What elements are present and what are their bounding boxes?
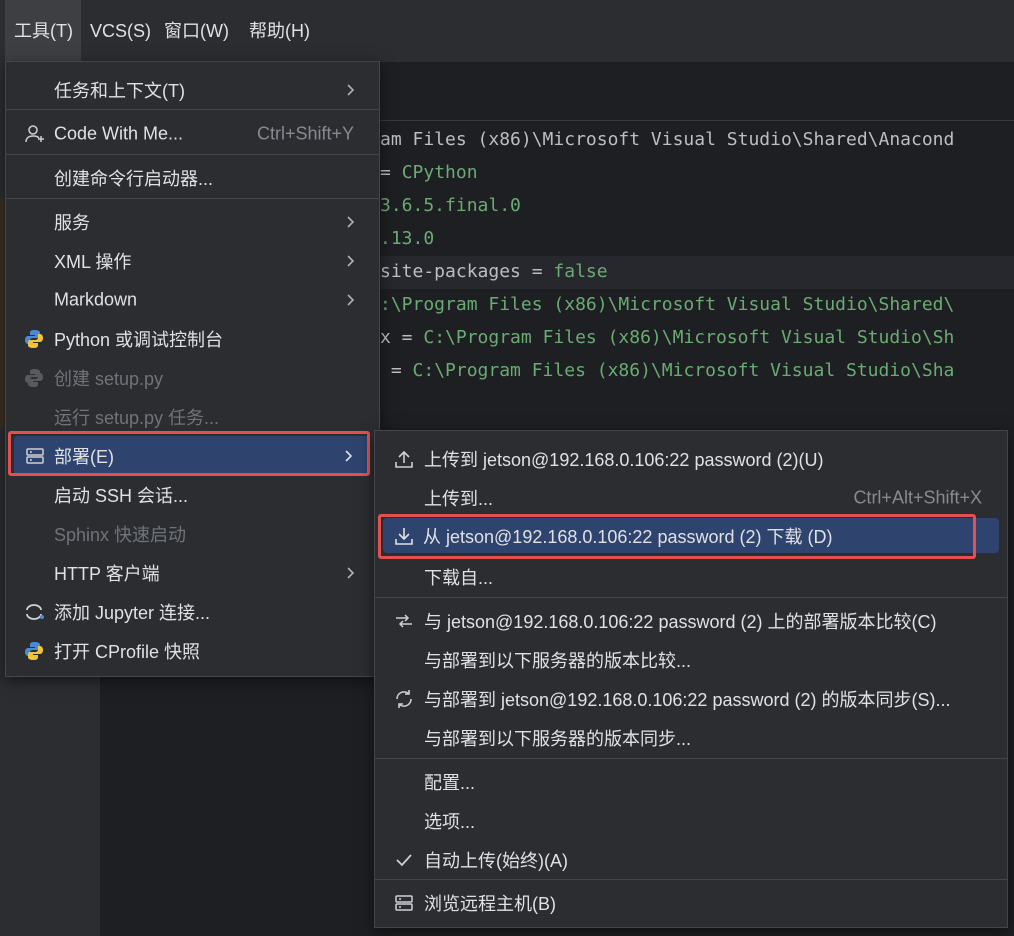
code-line: = CPython <box>380 162 478 183</box>
menu-item-http-client[interactable]: HTTP 客户端 <box>6 553 379 592</box>
menu-separator <box>375 597 1007 598</box>
menu-item-compare-with-server[interactable]: 与部署到以下服务器的版本比较... <box>375 640 1007 679</box>
menu-item-sphinx-quickstart[interactable]: Sphinx 快速启动 <box>6 514 379 553</box>
menu-window[interactable]: 窗口(W) <box>164 0 229 62</box>
code-line: am Files (x86)\Microsoft Visual Studio\S… <box>380 129 955 150</box>
menu-vcs[interactable]: VCS(S) <box>90 0 151 62</box>
menu-help[interactable]: 帮助(H) <box>249 0 310 62</box>
menu-separator <box>6 154 379 155</box>
server-icon <box>26 447 44 464</box>
code-line: = C:\Program Files (x86)\Microsoft Visua… <box>380 360 955 381</box>
code-line: 3.6.5.final.0 <box>380 195 521 216</box>
menu-item-options[interactable]: 选项... <box>375 801 1007 840</box>
menu-item-services[interactable]: 服务 <box>6 202 379 241</box>
menu-item-code-with-me[interactable]: Code With Me... Ctrl+Shift+Y <box>6 114 379 153</box>
menu-item-run-setup-py-task[interactable]: 运行 setup.py 任务... <box>6 397 379 436</box>
menu-item-configuration[interactable]: 配置... <box>375 762 1007 801</box>
menu-separator <box>375 758 1007 759</box>
code-line: .13.0 <box>380 228 435 249</box>
python-icon <box>25 368 43 387</box>
menu-item-open-cprofile-snapshot[interactable]: 打开 CProfile 快照 <box>6 631 379 670</box>
server-icon <box>395 894 413 911</box>
compare-icon <box>396 613 412 628</box>
menu-item-compare-with-jetson[interactable]: 与 jetson@192.168.0.106:22 password (2) 上… <box>375 601 1007 640</box>
deployment-submenu: 上传到 jetson@192.168.0.106:22 password (2)… <box>374 430 1008 928</box>
menu-item-tasks-context[interactable]: 任务和上下文(T) <box>6 70 379 109</box>
menu-item-deployment[interactable]: 部署(E) <box>14 436 369 475</box>
chevron-right-icon <box>347 566 355 579</box>
code-line: site-packages = false <box>380 261 608 282</box>
chevron-right-icon <box>347 254 355 267</box>
menu-separator <box>6 198 379 199</box>
python-icon <box>25 329 43 348</box>
menu-item-browse-remote-host[interactable]: 浏览远程主机(B) <box>375 883 1007 922</box>
download-icon <box>395 527 413 545</box>
tools-dropdown-menu: 任务和上下文(T) Code With Me... Ctrl+Shift+Y 创… <box>5 61 380 677</box>
menu-item-download-from-jetson[interactable]: 从 jetson@192.168.0.106:22 password (2) 下… <box>383 518 999 553</box>
menu-separator <box>375 879 1007 880</box>
menu-item-add-jupyter-connection[interactable]: 添加 Jupyter 连接... <box>6 592 379 631</box>
menu-item-upload-to[interactable]: 上传到... Ctrl+Alt+Shift+X <box>375 478 1007 517</box>
menu-item-auto-upload[interactable]: 自动上传(始终)(A) <box>375 840 1007 879</box>
menu-separator <box>6 109 379 110</box>
python-icon <box>25 641 43 660</box>
code-line: :\Program Files (x86)\Microsoft Visual S… <box>380 294 955 315</box>
menu-item-python-console[interactable]: Python 或调试控制台 <box>6 319 379 358</box>
main-menubar: 工具(T) VCS(S) 窗口(W) 帮助(H) <box>0 0 1014 62</box>
chevron-right-icon <box>347 83 355 96</box>
menu-tools[interactable]: 工具(T) <box>5 0 81 62</box>
code-with-me-icon <box>25 124 44 142</box>
upload-icon <box>395 450 413 468</box>
menu-item-create-setup-py[interactable]: 创建 setup.py <box>6 358 379 397</box>
check-icon <box>396 853 412 866</box>
menu-item-download-from[interactable]: 下载自... <box>375 557 1007 596</box>
sync-icon <box>396 689 412 708</box>
menu-item-markdown[interactable]: Markdown <box>6 280 379 319</box>
menu-item-start-ssh-session[interactable]: 启动 SSH 会话... <box>6 475 379 514</box>
chevron-right-icon <box>347 215 355 228</box>
menu-item-upload-to-jetson[interactable]: 上传到 jetson@192.168.0.106:22 password (2)… <box>375 439 1007 478</box>
chevron-right-icon <box>345 449 353 462</box>
menu-item-create-cli-launcher[interactable]: 创建命令行启动器... <box>6 158 379 197</box>
code-line: x = C:\Program Files (x86)\Microsoft Vis… <box>380 327 955 348</box>
menu-item-xml-actions[interactable]: XML 操作 <box>6 241 379 280</box>
chevron-right-icon <box>347 293 355 306</box>
menu-item-sync-with-jetson[interactable]: 与部署到 jetson@192.168.0.106:22 password (2… <box>375 679 1007 718</box>
menu-item-sync-with-server[interactable]: 与部署到以下服务器的版本同步... <box>375 718 1007 757</box>
jupyter-icon <box>26 603 44 620</box>
